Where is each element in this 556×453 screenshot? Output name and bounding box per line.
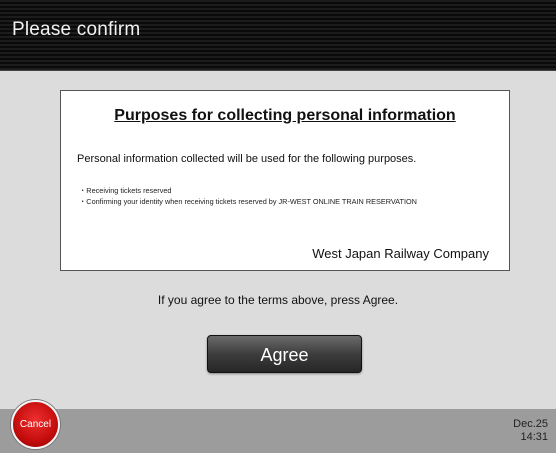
purpose-item: Confirming your identity when receiving …: [79, 197, 417, 208]
footer-bar: [0, 409, 556, 453]
agree-button[interactable]: Agree: [207, 335, 362, 373]
cancel-button[interactable]: Cancel: [11, 400, 60, 449]
date-text: Dec.25: [513, 418, 548, 430]
notice-card: Purposes for collecting personal informa…: [60, 90, 510, 271]
purpose-list: Receiving tickets reserved Confirming yo…: [79, 186, 417, 207]
instruction-text: If you agree to the terms above, press A…: [157, 293, 399, 307]
purpose-item: Receiving tickets reserved: [79, 186, 417, 197]
notice-title: Purposes for collecting personal informa…: [114, 107, 456, 124]
page-title: Please confirm: [12, 19, 141, 40]
company-name: West Japan Railway Company: [312, 246, 489, 261]
notice-intro: Personal information collected will be u…: [77, 153, 417, 165]
time-text: 14:31: [520, 431, 548, 443]
datetime-display: Dec.25 14:31: [513, 418, 548, 444]
header-bar: Please confirm: [0, 0, 556, 71]
